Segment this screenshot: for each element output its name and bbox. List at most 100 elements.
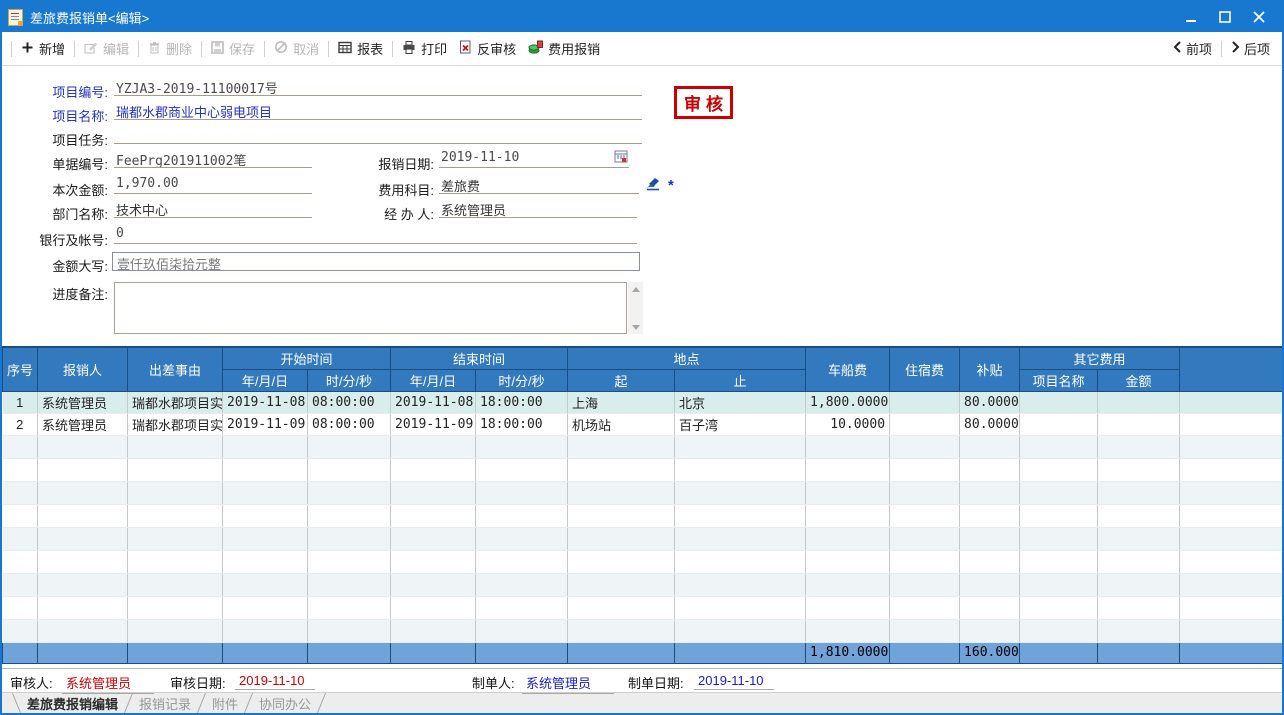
col-start-time: 开始时间 (223, 347, 391, 369)
expense-icon (528, 40, 543, 57)
auditor-label: 审核人: (10, 673, 53, 692)
app-window: 差旅费报销单<编辑> 新增 编辑 删除 保存 取消 (0, 0, 1284, 715)
maker-value: 系统管理员 (522, 673, 614, 694)
chevron-right-icon (1231, 41, 1240, 56)
next-item-button[interactable]: 后项 (1225, 36, 1276, 61)
bank-account-field[interactable]: 0 (114, 226, 637, 244)
project-task-field[interactable] (114, 126, 642, 144)
empty-row (3, 458, 1283, 481)
make-date-label: 制单日期: (628, 673, 684, 692)
project-no-field[interactable]: YZJA3-2019-11100017号 (114, 78, 642, 96)
project-name-field[interactable]: 瑞都水郡商业中心弱电项目 (114, 102, 642, 120)
eraser-icon[interactable] (645, 174, 662, 194)
col-lodging: 住宿费 (890, 347, 960, 391)
col-subsidy: 补贴 (960, 347, 1020, 391)
reimburse-date-label: 报销日期: (342, 154, 434, 173)
empty-row (3, 435, 1283, 458)
toolbar-separator (74, 41, 75, 57)
add-button[interactable]: 新增 (15, 36, 71, 61)
col-other-name: 项目名称 (1020, 369, 1098, 391)
tab-collaboration[interactable]: 协同办公 (249, 693, 321, 713)
empty-row (3, 504, 1283, 527)
toolbar-separator (264, 41, 265, 57)
calendar-icon[interactable] (614, 149, 628, 167)
bottom-tab-bar: 差旅费报销编辑 报销记录 附件 协同办公 (2, 692, 1282, 713)
project-task-label: 项目任务: (2, 130, 108, 149)
audit-date-label: 审核日期: (170, 673, 226, 692)
handler-label: 经 办 人: (342, 204, 434, 223)
scroll-up-icon[interactable] (628, 282, 643, 296)
report-button[interactable]: 报表 (332, 36, 389, 61)
maximize-button[interactable] (1208, 4, 1242, 30)
delete-icon (148, 41, 161, 57)
tab-expense-edit[interactable]: 差旅费报销编辑 (17, 693, 128, 713)
amount-field[interactable]: 1,970.00 (114, 176, 312, 194)
chevron-left-icon (1173, 41, 1182, 56)
col-transport: 车船费 (806, 347, 890, 391)
col-from: 起 (568, 369, 675, 391)
doc-no-field[interactable]: FeePrg201911002笔 (114, 150, 312, 168)
required-mark: * (668, 177, 674, 194)
prev-item-button[interactable]: 前项 (1167, 36, 1218, 61)
cancel-button: 取消 (268, 36, 325, 61)
expense-subject-field[interactable]: 差旅费 (439, 176, 639, 194)
transport-total: 1,810.0000 (806, 642, 890, 663)
delete-button: 删除 (142, 36, 198, 61)
amount-words-label: 金额大写: (2, 256, 108, 275)
tab-reimburse-record[interactable]: 报销记录 (129, 693, 201, 713)
department-label: 部门名称: (2, 204, 108, 223)
edit-button: 编辑 (78, 36, 135, 61)
empty-row (3, 550, 1283, 573)
project-name-label: 项目名称: (2, 106, 108, 125)
toolbar-separator (11, 41, 12, 57)
amount-words-field[interactable]: 壹仟玖佰柒拾元整 (112, 252, 640, 271)
print-button[interactable]: 打印 (396, 36, 453, 61)
col-location: 地点 (568, 347, 806, 369)
handler-field[interactable]: 系统管理员 (439, 200, 637, 218)
make-date-value: 2019-11-10 (694, 673, 774, 690)
table-row[interactable]: 1 系统管理员 瑞都水郡项目实施 2019-11-08 08:00:00 201… (3, 391, 1283, 413)
totals-row: 1,810.0000 160.0000 (3, 642, 1283, 663)
empty-row (3, 527, 1283, 550)
edit-icon (84, 41, 98, 57)
maker-label: 制单人: (472, 673, 515, 692)
department-field[interactable]: 技术中心 (114, 200, 312, 218)
form-panel: 审核 项目编号: YZJA3-2019-11100017号 项目名称: 瑞都水郡… (2, 66, 1282, 346)
empty-row (3, 481, 1283, 504)
printer-icon (402, 41, 416, 57)
toolbar-separator (201, 41, 202, 57)
table-row[interactable]: 2 系统管理员 瑞都水郡项目实施 2019-11-09 08:00:00 201… (3, 413, 1283, 435)
anti-audit-icon (459, 40, 472, 57)
anti-audit-button[interactable]: 反审核 (453, 36, 522, 61)
report-icon (338, 41, 352, 57)
minimize-button[interactable] (1174, 4, 1208, 30)
expense-detail-table: 序号 报销人 出差事由 开始时间 结束时间 地点 车船费 住宿费 补贴 其它费用… (2, 346, 1282, 664)
expense-reimburse-button[interactable]: 费用报销 (522, 36, 606, 61)
tab-attachment[interactable]: 附件 (202, 693, 248, 713)
document-icon (8, 9, 23, 26)
progress-note-field[interactable] (114, 282, 627, 334)
col-end-date: 年/月/日 (391, 369, 476, 391)
cancel-icon (274, 40, 288, 57)
col-end-clock: 时/分/秒 (476, 369, 568, 391)
progress-note-label: 进度备注: (2, 284, 108, 303)
toolbar-separator (328, 41, 329, 57)
amount-label: 本次金额: (2, 180, 108, 199)
subsidy-total: 160.0000 (960, 642, 1020, 663)
doc-no-label: 单据编号: (2, 154, 108, 173)
title-bar: 差旅费报销单<编辑> (2, 2, 1282, 32)
empty-row (3, 619, 1283, 642)
col-to: 止 (675, 369, 806, 391)
plus-icon (21, 41, 34, 57)
note-scrollbar[interactable] (628, 282, 643, 334)
window-title: 差旅费报销单<编辑> (30, 8, 149, 27)
col-blank (1180, 347, 1282, 391)
col-start-clock: 时/分/秒 (308, 369, 391, 391)
audit-date-value: 2019-11-10 (235, 673, 315, 690)
reimburse-date-field[interactable]: 2019-11-10 (439, 150, 629, 168)
toolbar-separator (138, 41, 139, 57)
col-other-amount: 金额 (1098, 369, 1180, 391)
scroll-down-icon[interactable] (628, 320, 643, 334)
toolbar-separator (392, 41, 393, 57)
close-button[interactable] (1242, 4, 1276, 30)
